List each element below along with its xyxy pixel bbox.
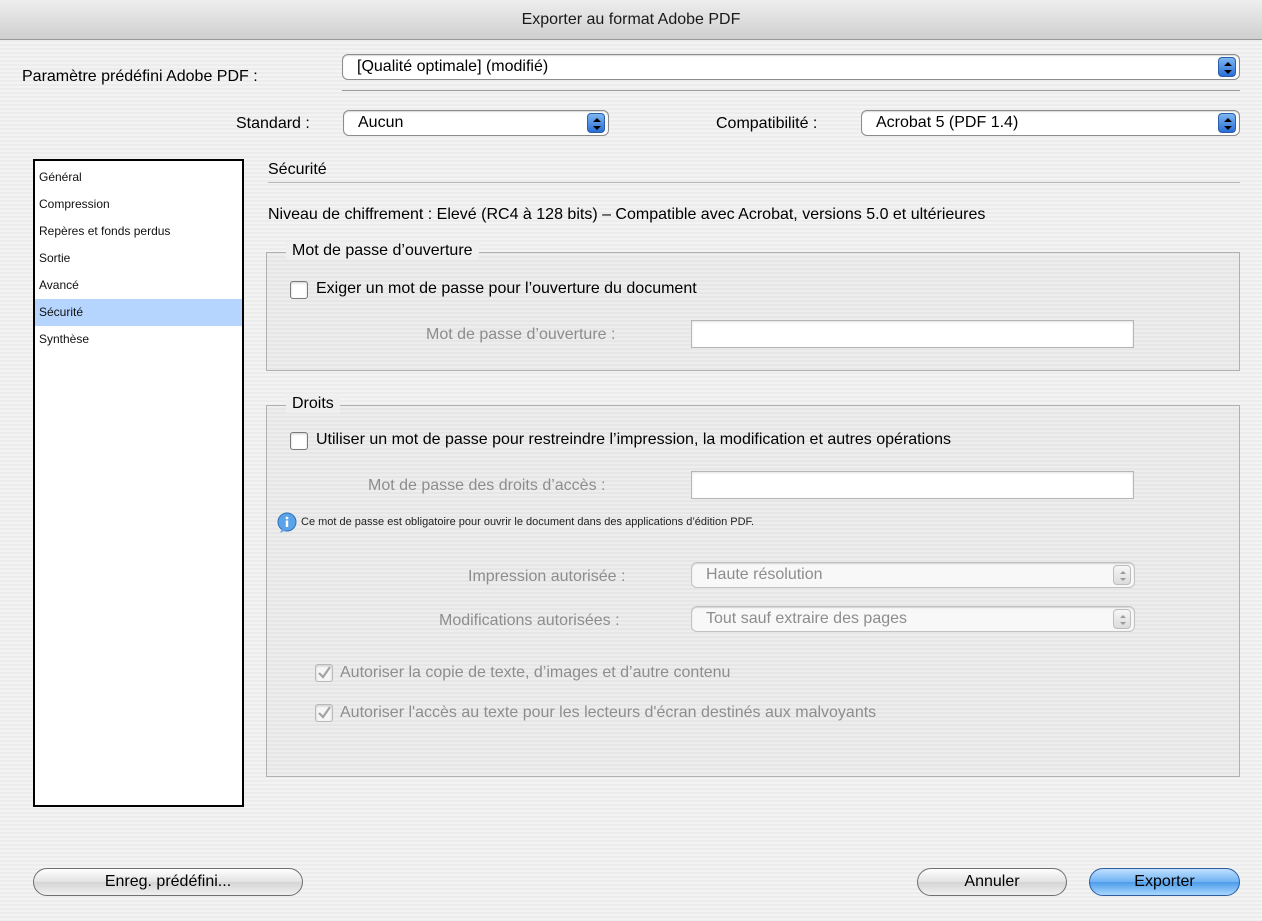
printing-allowed-label: Impression autorisée : (468, 568, 626, 585)
allow-accessibility-label[interactable]: Autoriser l'accès au texte pour les lect… (340, 704, 876, 722)
sidebar-item-compression[interactable]: Compression (35, 191, 242, 218)
checkmark-icon (318, 706, 331, 719)
info-text: Ce mot de passe est obligatoire pour ouv… (301, 516, 755, 528)
require-open-password-label[interactable]: Exiger un mot de passe pour l’ouverture … (316, 280, 697, 298)
printing-allowed-select[interactable]: Haute résolution (691, 562, 1135, 588)
cancel-button[interactable]: Annuler (917, 868, 1067, 896)
standard-select[interactable]: Aucun (343, 110, 609, 136)
sidebar-item-security[interactable]: Sécurité (35, 299, 242, 326)
panel-title: Sécurité (268, 161, 327, 178)
category-list[interactable]: Général Compression Repères et fonds per… (33, 159, 244, 807)
changes-allowed-value: Tout sauf extraire des pages (706, 610, 908, 627)
open-password-field[interactable] (691, 320, 1134, 348)
sidebar-item-advanced[interactable]: Avancé (35, 272, 242, 299)
open-password-legend: Mot de passe d’ouverture (286, 242, 479, 260)
preset-select[interactable]: [Qualité optimale] (modifié) (342, 54, 1240, 80)
up-down-arrows-icon (1218, 113, 1236, 133)
preset-underline (342, 90, 1240, 91)
up-down-arrows-icon (1218, 57, 1236, 77)
allow-copy-checkbox[interactable] (315, 664, 333, 682)
checkmark-icon (318, 666, 331, 679)
standard-label: Standard : (236, 115, 310, 132)
sidebar-item-output[interactable]: Sortie (35, 245, 242, 272)
sidebar-item-summary[interactable]: Synthèse (35, 326, 242, 353)
open-password-group (266, 252, 1240, 371)
up-down-arrows-icon (1113, 609, 1131, 629)
rights-legend: Droits (286, 395, 340, 413)
up-down-arrows-icon (1113, 565, 1131, 585)
up-down-arrows-icon (587, 113, 605, 133)
compatibility-select[interactable]: Acrobat 5 (PDF 1.4) (861, 110, 1240, 136)
standard-select-value: Aucun (358, 114, 404, 131)
printing-allowed-value: Haute résolution (706, 566, 823, 583)
changes-allowed-label: Modifications autorisées : (439, 612, 620, 629)
preset-select-value: [Qualité optimale] (modifié) (357, 58, 549, 75)
export-button[interactable]: Exporter (1089, 868, 1240, 896)
encryption-level-text: Niveau de chiffrement : Elevé (RC4 à 128… (268, 206, 986, 223)
sidebar-item-marks-bleeds[interactable]: Repères et fonds perdus (35, 218, 242, 245)
sidebar-item-general[interactable]: Général (35, 164, 242, 191)
window-title: Exporter au format Adobe PDF (521, 11, 741, 28)
restrict-permissions-checkbox[interactable] (290, 432, 308, 450)
changes-allowed-select[interactable]: Tout sauf extraire des pages (691, 606, 1135, 632)
open-password-field-label: Mot de passe d’ouverture : (426, 326, 616, 343)
permissions-password-field[interactable] (691, 471, 1134, 499)
restrict-permissions-label[interactable]: Utiliser un mot de passe pour restreindr… (316, 431, 951, 449)
preset-label: Paramètre prédéfini Adobe PDF : (22, 68, 258, 85)
require-open-password-checkbox[interactable] (290, 281, 308, 299)
allow-copy-label[interactable]: Autoriser la copie de texte, d’images et… (340, 664, 730, 682)
panel-title-divider (268, 182, 1240, 183)
allow-accessibility-checkbox[interactable] (315, 704, 333, 722)
compatibility-label: Compatibilité : (716, 115, 818, 132)
compatibility-select-value: Acrobat 5 (PDF 1.4) (876, 114, 1019, 131)
window-titlebar: Exporter au format Adobe PDF (0, 0, 1262, 40)
permissions-password-field-label: Mot de passe des droits d’accès : (368, 477, 606, 494)
info-icon (277, 512, 297, 533)
save-preset-button[interactable]: Enreg. prédéfini... (33, 868, 303, 896)
